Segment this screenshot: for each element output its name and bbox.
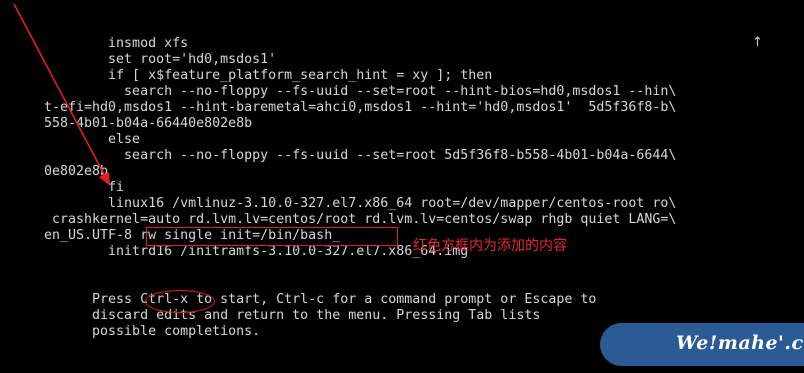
scroll-up-indicator: ↑: [752, 35, 763, 50]
console-line: insmod xfs: [44, 36, 189, 51]
watermark-badge: We!mahe'.com: [600, 323, 804, 366]
added-params-highlight: [146, 227, 398, 246]
annotation-note: 红色方框内为添加的内容: [413, 238, 567, 254]
console-line: else: [44, 132, 141, 147]
console-line: set root='hd0,msdos1': [44, 52, 277, 67]
console-line: search --no-floppy --fs-uuid --set=root …: [44, 84, 677, 99]
console-line: linux16 /vmlinuz-3.10.0-327.el7.x86_64 r…: [44, 196, 677, 211]
console-line: 0e802e8b: [44, 164, 109, 179]
grub-edit-screen: insmod xfs set root='hd0,msdos1' if [ x$…: [0, 0, 804, 373]
console-line: if [ x$feature_platform_search_hint = xy…: [44, 68, 493, 83]
watermark-text: We!mahe'.com: [676, 332, 804, 354]
console-line: discard edits and return to the menu. Pr…: [44, 308, 541, 323]
console-line: crashkernel=auto rd.lvm.lv=centos/root r…: [44, 212, 677, 227]
console-line: search --no-floppy --fs-uuid --set=root …: [44, 148, 677, 163]
ctrl-x-highlight: [145, 290, 215, 313]
console-line: initrd16 /initramfs-3.10.0-327.el7.x86_6…: [44, 244, 469, 259]
console-line: Press Ctrl-x to start, Ctrl-c for a comm…: [44, 292, 597, 307]
console-line: possible completions.: [44, 324, 261, 339]
console-line: fi: [44, 180, 125, 195]
console-line: t-efi=hd0,msdos1 --hint-baremetal=ahci0,…: [44, 100, 677, 115]
console-line: 558-4b01-b04a-66440e802e8b: [44, 116, 253, 131]
